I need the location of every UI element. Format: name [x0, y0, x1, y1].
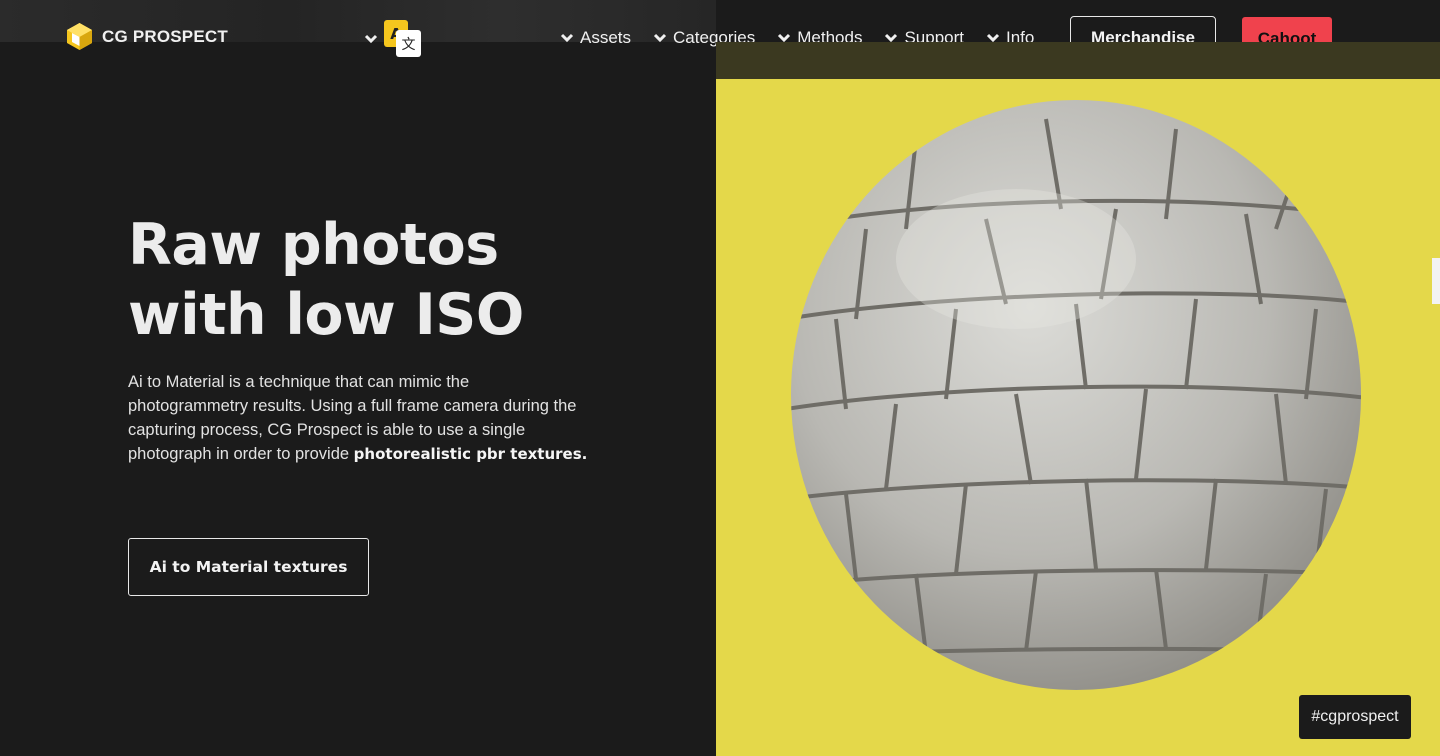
hero-title-line-2: with low ISO	[128, 282, 524, 348]
ai-to-material-button[interactable]: Ai to Material textures	[128, 538, 369, 596]
translate-icon: A 文	[384, 20, 421, 58]
logo[interactable]: CG PROSPECT	[66, 22, 228, 51]
hero-description: Ai to Material is a technique that can m…	[128, 370, 588, 466]
hero-description-bold: photorealistic pbr textures.	[353, 445, 588, 463]
translate-icon-b: 文	[396, 30, 421, 57]
hero-title: Raw photos with low ISO	[128, 210, 524, 350]
hashtag-badge[interactable]: #cgprospect	[1299, 695, 1411, 739]
chevron-down-icon	[653, 33, 667, 43]
nav-item-assets[interactable]: Assets	[560, 28, 631, 48]
hero-image-top-shade	[716, 42, 1440, 79]
hero-image	[716, 42, 1440, 756]
logo-text: CG PROSPECT	[102, 26, 228, 46]
chevron-down-icon	[364, 34, 378, 44]
nav-item-label: Assets	[580, 28, 632, 47]
language-selector[interactable]: A 文	[364, 20, 421, 58]
stone-sphere-image	[791, 100, 1361, 690]
logo-cube-icon	[67, 23, 92, 50]
side-scroll-tab[interactable]	[1432, 258, 1440, 304]
hero-title-line-1: Raw photos	[128, 212, 499, 278]
chevron-down-icon	[560, 33, 574, 43]
